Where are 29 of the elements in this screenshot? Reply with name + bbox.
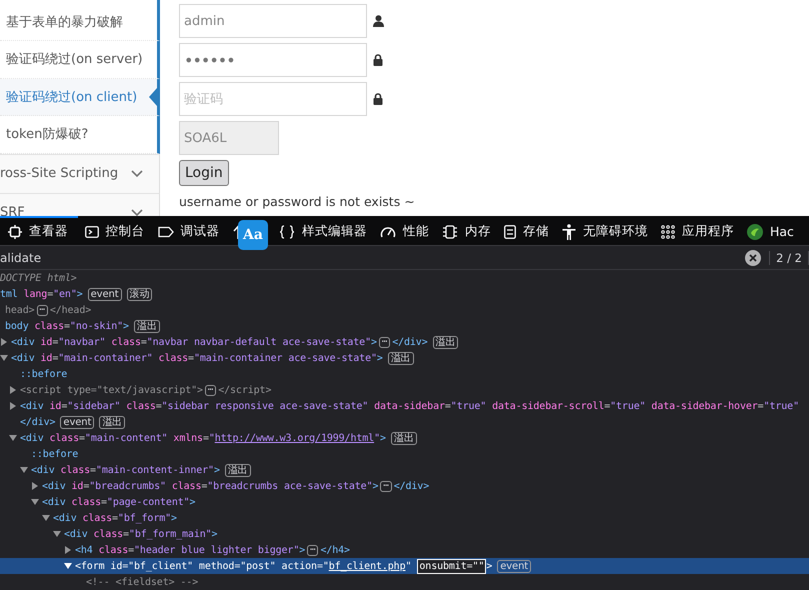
markup-text: </div>	[392, 336, 428, 348]
markup-text: </div>	[394, 480, 430, 492]
markup-text: ::before	[20, 368, 68, 380]
markup-text: <h4 class="header blue lighter bigger">	[75, 544, 306, 556]
markup-text: <!-- <fieldset> -->	[86, 576, 198, 588]
error-message: username or password is not exists ~	[179, 194, 415, 209]
markup-text: <script type="text/javascript">	[20, 384, 203, 396]
markup-text: </div>	[20, 416, 56, 428]
markup-text: </h4>	[320, 544, 350, 556]
match-count: 2 / 2	[769, 250, 809, 264]
markup-text: </head>	[50, 304, 92, 316]
markup-text: <div class="main-content" xmlns="http://www.w3.org/1999/html">	[20, 432, 386, 444]
markup-text: <div id="breadcrumbs" class="breadcrumbs ace-save-state">	[42, 480, 378, 492]
markup-text: head>	[5, 304, 35, 316]
markup-text: <div id="main-container" class="main-container ace-save-state">	[11, 352, 383, 364]
markup-text: </script>	[218, 384, 272, 396]
markup-text: <div class="main-content-inner">	[31, 464, 220, 476]
markup-text: <form id="bf_client" method="post" action="bf_client.php"	[75, 560, 412, 572]
markup-text: <div id="navbar" class="navbar navbar-default ace-save-state">	[11, 336, 377, 348]
markup-text: <div class="page-content">	[42, 496, 196, 508]
markup-text: body class="no-skin">	[5, 320, 129, 332]
markup-text: <div id="sidebar" class="sidebar responsive ace-save-state" data-sidebar="true" data-sidebar-scroll="true" data-sidebar-hover="true"	[20, 400, 799, 412]
markup-text: DOCTYPE html>	[0, 272, 77, 284]
markup-text: <div class="bf_form_main">	[64, 528, 218, 540]
markup-text: ::before	[31, 448, 78, 460]
captcha-code: SOA6L	[179, 121, 279, 155]
markup-text: <div class="bf_form">	[53, 512, 177, 524]
markup-text: tml lang="en">	[0, 288, 83, 300]
markup-text: >	[486, 560, 492, 572]
